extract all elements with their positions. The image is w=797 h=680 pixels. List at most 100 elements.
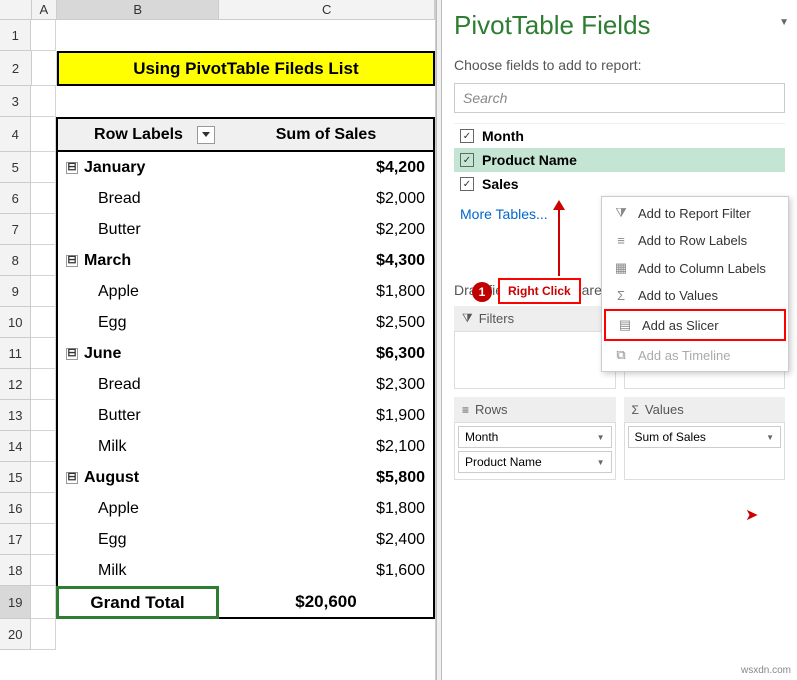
cell-a[interactable]: [31, 86, 56, 117]
row-header[interactable]: 17: [0, 524, 31, 555]
rows-area[interactable]: ≡Rows MonthProduct Name: [454, 397, 616, 480]
cell-label[interactable]: March: [56, 245, 219, 276]
col-header-a[interactable]: A: [32, 0, 57, 19]
cell-a[interactable]: [31, 183, 56, 214]
header-row-labels[interactable]: Row Labels: [56, 117, 219, 152]
cell-value[interactable]: $1,900: [219, 400, 435, 431]
cell-a[interactable]: [31, 307, 56, 338]
row-header[interactable]: 8: [0, 245, 31, 276]
pane-options-icon[interactable]: [779, 12, 789, 28]
ctx-add-to-column-labels[interactable]: ▦Add to Column Labels: [602, 254, 788, 282]
filter-dropdown-icon[interactable]: [197, 126, 215, 144]
cell-a[interactable]: [31, 462, 56, 493]
checkbox-icon[interactable]: [460, 177, 474, 191]
cell-a[interactable]: [31, 619, 56, 650]
row-header[interactable]: 15: [0, 462, 31, 493]
cell-label[interactable]: Milk: [56, 555, 219, 586]
cell-label[interactable]: Egg: [56, 524, 219, 555]
row-header[interactable]: 20: [0, 619, 31, 650]
cell-a[interactable]: [32, 51, 57, 86]
cell-label[interactable]: Milk: [56, 431, 219, 462]
row-header[interactable]: 13: [0, 400, 31, 431]
search-input[interactable]: Search: [454, 83, 785, 113]
row-header[interactable]: 2: [0, 51, 32, 86]
cell-a[interactable]: [31, 369, 56, 400]
row-header[interactable]: 11: [0, 338, 31, 369]
cell-value[interactable]: $4,200: [219, 152, 435, 183]
cell-a[interactable]: [31, 555, 56, 586]
values-area[interactable]: ΣValues Sum of Sales: [624, 397, 786, 480]
ctx-add-to-report-filter[interactable]: ⧩Add to Report Filter: [602, 199, 788, 227]
row-header[interactable]: 4: [0, 117, 31, 152]
cell-value[interactable]: $1,800: [219, 493, 435, 524]
checkbox-icon[interactable]: [460, 153, 474, 167]
cell-value[interactable]: $1,800: [219, 276, 435, 307]
field-item-month[interactable]: Month: [454, 124, 785, 148]
row-header[interactable]: 9: [0, 276, 31, 307]
title-cell[interactable]: Using PivotTable Fileds List: [57, 51, 435, 86]
cell[interactable]: [56, 86, 219, 117]
cell-value[interactable]: $2,400: [219, 524, 435, 555]
cell-a[interactable]: [31, 400, 56, 431]
ctx-add-as-slicer[interactable]: ▤Add as Slicer: [604, 309, 786, 341]
row-header[interactable]: 19: [0, 586, 31, 619]
cell-a[interactable]: [31, 493, 56, 524]
grand-total-value[interactable]: $20,600: [219, 586, 435, 619]
cell-label[interactable]: Egg: [56, 307, 219, 338]
cell-value[interactable]: $1,600: [219, 555, 435, 586]
row-header[interactable]: 10: [0, 307, 31, 338]
cell-label[interactable]: January: [56, 152, 219, 183]
row-header[interactable]: 5: [0, 152, 31, 183]
cell-value[interactable]: $2,200: [219, 214, 435, 245]
cell-value[interactable]: $6,300: [219, 338, 435, 369]
field-item-sales[interactable]: Sales: [454, 172, 785, 196]
area-tag[interactable]: Sum of Sales: [628, 426, 782, 448]
cell-label[interactable]: Bread: [56, 369, 219, 400]
cell-value[interactable]: $5,800: [219, 462, 435, 493]
cell-label[interactable]: June: [56, 338, 219, 369]
col-header-b[interactable]: B: [57, 0, 220, 19]
cell-value[interactable]: $2,000: [219, 183, 435, 214]
row-header[interactable]: 3: [0, 86, 31, 117]
cell-label[interactable]: Apple: [56, 276, 219, 307]
cell-a[interactable]: [31, 152, 56, 183]
cell-value[interactable]: $2,300: [219, 369, 435, 400]
row-header[interactable]: 12: [0, 369, 31, 400]
cell-label[interactable]: Apple: [56, 493, 219, 524]
cell[interactable]: [219, 619, 435, 650]
checkbox-icon[interactable]: [460, 129, 474, 143]
cell[interactable]: [219, 86, 435, 117]
cell-a[interactable]: [31, 524, 56, 555]
cell-a[interactable]: [31, 276, 56, 307]
ctx-add-to-row-labels[interactable]: ≡Add to Row Labels: [602, 227, 788, 254]
select-all-corner[interactable]: [0, 0, 32, 19]
cell-value[interactable]: $2,500: [219, 307, 435, 338]
cell-a[interactable]: [31, 338, 56, 369]
cell-value[interactable]: $4,300: [219, 245, 435, 276]
cell-label[interactable]: Butter: [56, 400, 219, 431]
row-header[interactable]: 16: [0, 493, 31, 524]
cell-value[interactable]: $2,100: [219, 431, 435, 462]
cell[interactable]: [219, 20, 435, 51]
row-header[interactable]: 6: [0, 183, 31, 214]
field-item-product-name[interactable]: Product Name: [454, 148, 785, 172]
filters-area[interactable]: ⧩Filters: [454, 306, 616, 389]
cell-a[interactable]: [31, 117, 56, 152]
cell[interactable]: [56, 20, 219, 51]
area-tag[interactable]: Product Name: [458, 451, 612, 473]
cell-a[interactable]: [31, 214, 56, 245]
area-tag[interactable]: Month: [458, 426, 612, 448]
cell-label[interactable]: August: [56, 462, 219, 493]
cell-a[interactable]: [31, 245, 56, 276]
row-header[interactable]: 18: [0, 555, 31, 586]
cell-a[interactable]: [31, 431, 56, 462]
cell[interactable]: [56, 619, 219, 650]
cell-label[interactable]: Bread: [56, 183, 219, 214]
header-sum-sales[interactable]: Sum of Sales: [219, 117, 435, 152]
cell-label[interactable]: Butter: [56, 214, 219, 245]
row-header[interactable]: 14: [0, 431, 31, 462]
row-header[interactable]: 1: [0, 20, 31, 51]
col-header-c[interactable]: C: [219, 0, 435, 19]
ctx-add-to-values[interactable]: ΣAdd to Values: [602, 282, 788, 309]
row-header[interactable]: 7: [0, 214, 31, 245]
